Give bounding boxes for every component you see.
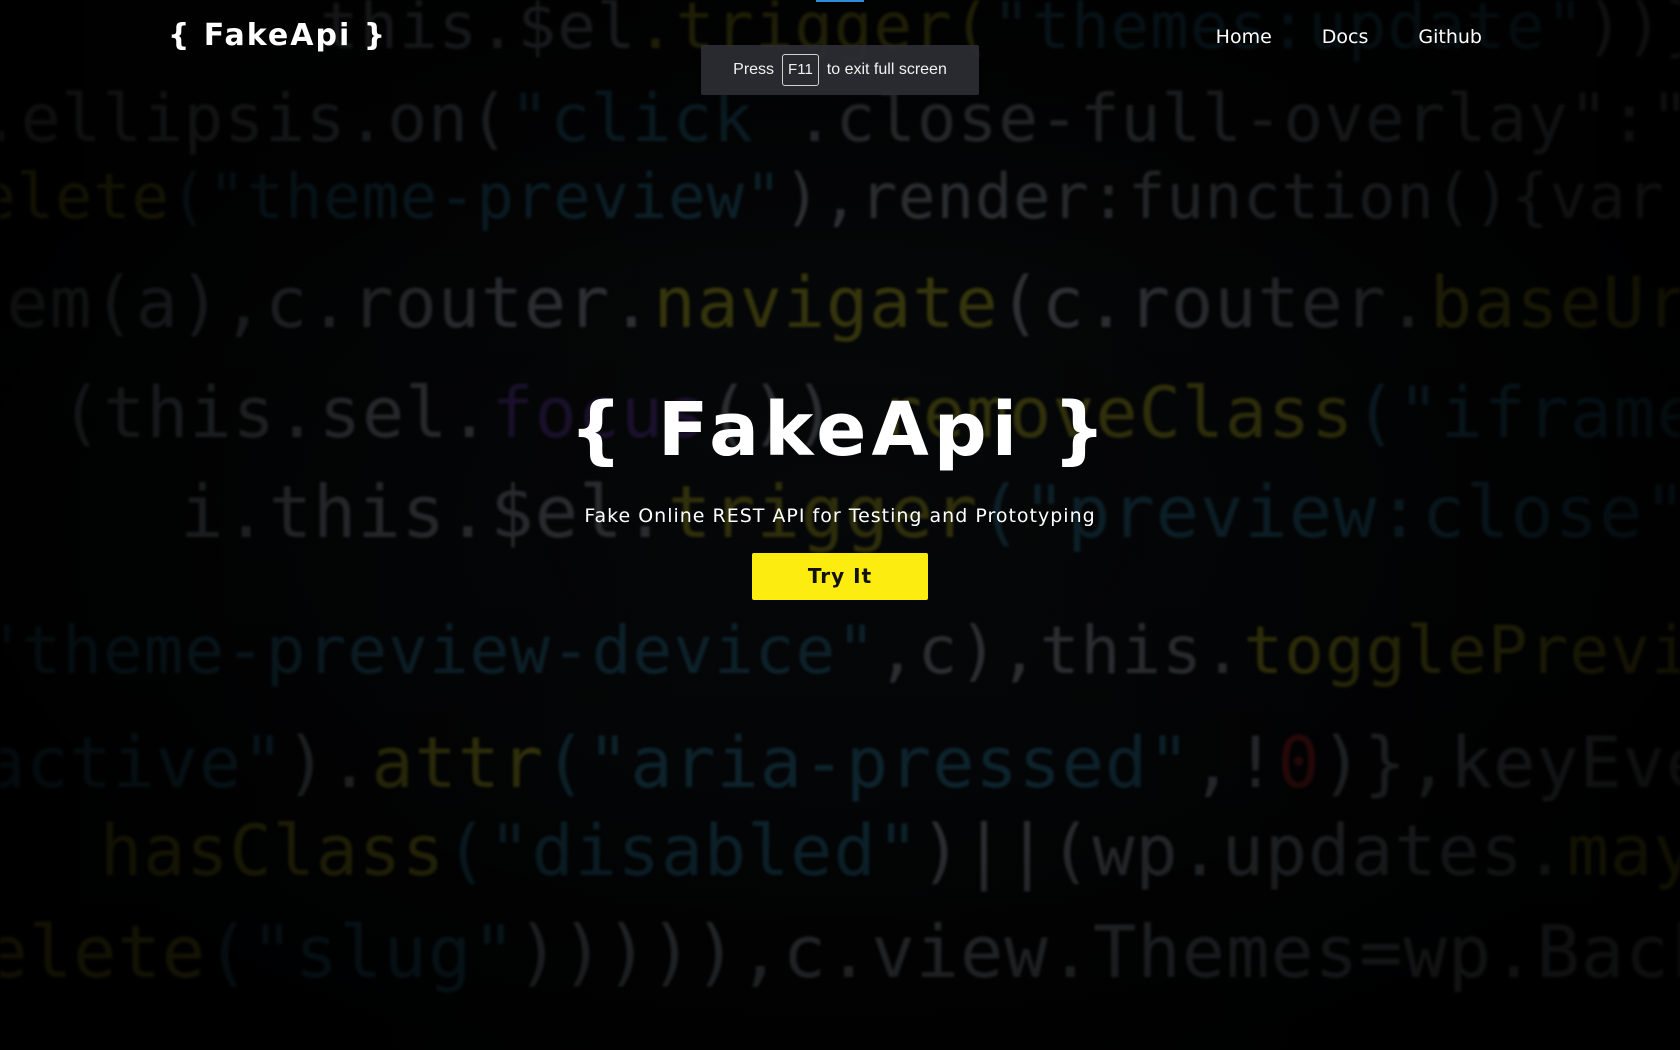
fullscreen-notice: Press F11 to exit full screen xyxy=(701,45,979,95)
hero-title: { FakeApi } xyxy=(569,387,1111,473)
fullscreen-notice-suffix: to exit full screen xyxy=(826,61,947,78)
fullscreen-notice-prefix: Press xyxy=(733,61,775,78)
nav-links: Home Docs Github xyxy=(1216,26,1482,48)
nav-docs-link[interactable]: Docs xyxy=(1322,26,1369,48)
hero-subtitle: Fake Online REST API for Testing and Pro… xyxy=(584,505,1096,527)
fullscreen-key-badge: F11 xyxy=(782,54,819,86)
try-it-button[interactable]: Try It xyxy=(752,553,928,600)
nav-home-link[interactable]: Home xyxy=(1216,26,1272,48)
hero-section: { FakeApi } Fake Online REST API for Tes… xyxy=(0,380,1680,600)
page: this.$el.trigger("themes:update"))}),wp.… xyxy=(0,0,1680,1050)
brand-logo[interactable]: { FakeApi } xyxy=(168,18,387,53)
nav-github-link[interactable]: Github xyxy=(1418,26,1482,48)
